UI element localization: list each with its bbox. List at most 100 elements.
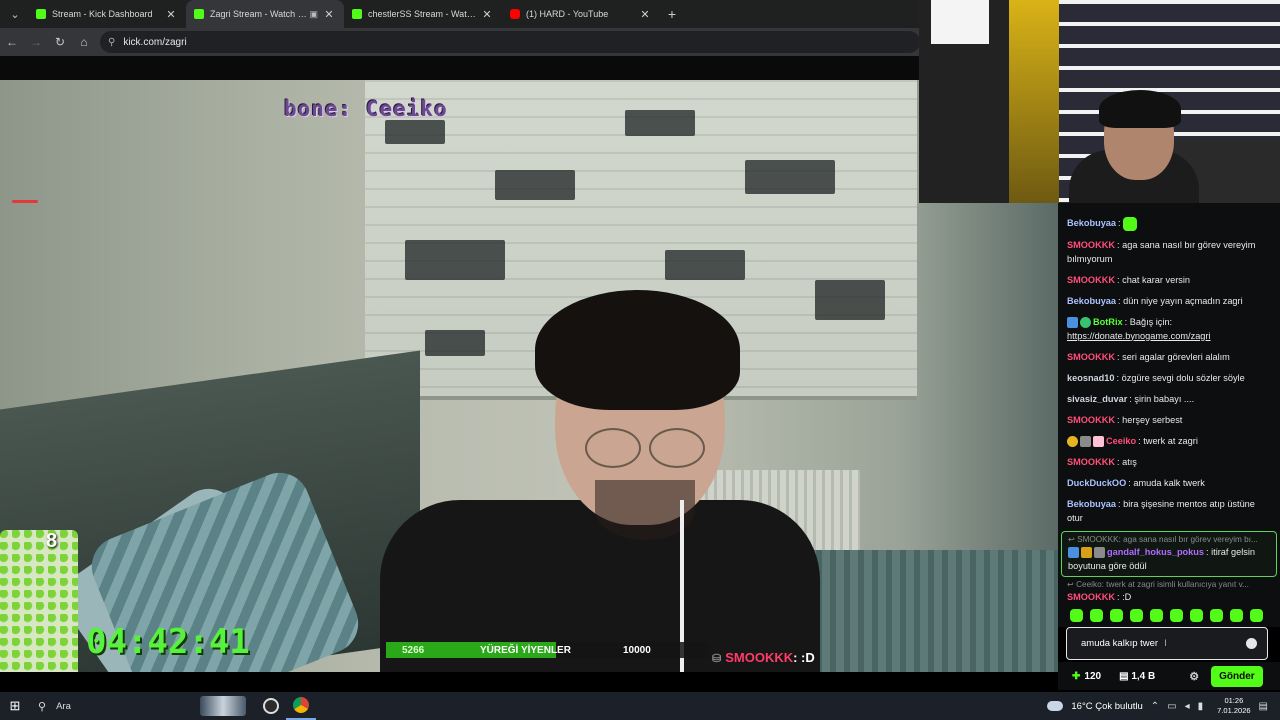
tab-zagri-stream[interactable]: Zagri Stream - Watch Live on Kick ▣ ✕ [186, 0, 344, 28]
verified-badge-icon [1068, 546, 1079, 558]
media-cast-icon[interactable]: ▣ [309, 9, 318, 20]
chat-message[interactable]: SMOOKKK: aga sana nasıl bır görev vereyi… [1058, 235, 1280, 270]
chat-username[interactable]: SMOOKKK [1067, 275, 1115, 285]
forward-button[interactable]: → [24, 35, 48, 49]
chat-username[interactable]: SMOOKKK [1067, 240, 1115, 250]
chat-message-text: seri agalar görevleri alalım [1122, 351, 1230, 362]
chat-panel[interactable]: Bekobuyaa: SMOOKKK: aga sana nasıl bır g… [1058, 203, 1280, 603]
chat-username[interactable]: keosnad10 [1067, 373, 1115, 383]
badge-icon [1093, 435, 1104, 447]
chat-message[interactable]: Bekobuyaa: bira şişesine mentos atıp üst… [1058, 494, 1280, 529]
emote-icon[interactable] [1070, 608, 1083, 622]
crown-badge-icon [1081, 546, 1092, 558]
tab-search-button[interactable]: ⌄ [2, 3, 28, 25]
tab-label: Zagri Stream - Watch Live on Kick [210, 9, 310, 19]
chat-username[interactable]: BotRix [1093, 317, 1123, 327]
site-info-icon[interactable]: ⚲ [108, 37, 115, 48]
overlay-chat-message: : :D [793, 650, 815, 665]
chat-username[interactable]: SMOOKKK [1067, 457, 1115, 467]
weather-text[interactable]: 16°C Çok bulutlu [1071, 701, 1142, 712]
chat-username[interactable]: Bekobuyaa [1067, 499, 1116, 509]
close-tab-icon[interactable]: ✕ [480, 8, 494, 21]
video-frame [0, 80, 1058, 672]
url-text: kick.com/zagri [123, 36, 187, 48]
channel-points[interactable]: ✚ 120 [1072, 671, 1101, 682]
chat-message[interactable]: SMOOKKK: herşey serbest [1058, 410, 1280, 431]
bedsheet [780, 550, 1058, 672]
tab-label: Stream - Kick Dashboard [52, 9, 153, 19]
tab-youtube[interactable]: (1) HARD - YouTube ✕ [502, 0, 660, 28]
emote-icon[interactable] [1170, 608, 1183, 622]
emote-icon[interactable] [1190, 608, 1203, 622]
clock-date: 7.01.2026 [1217, 706, 1251, 715]
address-bar[interactable]: ⚲ kick.com/zagri [100, 31, 920, 53]
chat-message[interactable]: sivasiz_duvar: şirin babayı .... [1058, 389, 1280, 410]
stream-timer: 04:42:41 [86, 622, 250, 662]
taskbar-app-chrome[interactable] [286, 692, 316, 720]
chat-message[interactable]: Bekobuyaa: dün niye yayın açmadın zagri [1058, 291, 1280, 312]
emote-icon[interactable] [1250, 608, 1263, 622]
notification-icon[interactable]: ▤ [1259, 701, 1268, 712]
tab-chestlerss-stream[interactable]: chestlerSS Stream - Watch Live on Kick ✕ [344, 0, 502, 28]
emoji-picker-icon[interactable] [1246, 638, 1257, 649]
send-button[interactable]: Gönder [1211, 665, 1263, 687]
taskbar-clock[interactable]: 01:26 7.01.2026 [1217, 696, 1250, 716]
new-tab-button[interactable]: + [660, 6, 684, 22]
home-button[interactable]: ⌂ [72, 35, 96, 49]
gear-icon[interactable]: ⚙ [1189, 670, 1199, 683]
close-tab-icon[interactable]: ✕ [164, 8, 178, 21]
chat-username[interactable]: gandalf_hokus_pokus [1107, 547, 1204, 557]
chat-message[interactable]: BotRix: Bağış için: https://donate.bynoga… [1058, 312, 1280, 347]
chat-username[interactable]: SMOOKKK [1067, 415, 1115, 425]
badge-icon [1067, 435, 1078, 447]
youtube-icon [510, 9, 520, 19]
chat-message-text: Bağış için: [1129, 316, 1173, 327]
windows-taskbar: ⊞ ⚲ Ara 16°C Çok bulutlu ⌃ ▭ ◂ ▮ 01:26 7… [0, 692, 1280, 720]
balance[interactable]: ▤ 1,4 B [1119, 671, 1155, 682]
chat-message[interactable]: ↩ Ceeiko: twerk at zagri isimli kullanıc… [1058, 579, 1280, 603]
emote-icon[interactable] [1090, 608, 1103, 622]
chat-username[interactable]: DuckDuckOO [1067, 478, 1126, 488]
chevron-up-icon[interactable]: ⌃ [1151, 701, 1159, 712]
tab-label: chestlerSS Stream - Watch Live on Kick [368, 9, 480, 19]
red-marker [12, 200, 38, 203]
chat-username[interactable]: SMOOKKK [1067, 592, 1115, 602]
overlay-chat-user: SMOOKKK [725, 650, 794, 665]
chat-message[interactable]: Ceeiko: twerk at zagri [1058, 431, 1280, 452]
chat-highlighted-message[interactable]: ↩ SMOOKKK: aga sana nasıl bır görev vere… [1061, 530, 1277, 577]
chat-username[interactable]: sivasiz_duvar [1067, 394, 1127, 404]
chat-message[interactable]: keosnad10: özgüre sevgi dolu sözler söyl… [1058, 368, 1280, 389]
speaker-icon[interactable]: ◂ [1185, 701, 1190, 712]
chat-message[interactable]: SMOOKKK: atış [1058, 452, 1280, 473]
close-tab-icon[interactable]: ✕ [638, 8, 652, 21]
emote-icon[interactable] [1230, 608, 1243, 622]
network-icon[interactable]: ▭ [1167, 701, 1176, 712]
chat-message[interactable]: SMOOKKK: chat karar versin [1058, 270, 1280, 291]
chat-input[interactable]: amuda kalkıp twer I [1066, 627, 1268, 660]
stream-video-player[interactable] [0, 56, 1058, 672]
back-button[interactable]: ← [0, 35, 24, 49]
reload-button[interactable]: ↻ [48, 35, 72, 49]
taskbar-app-obs[interactable] [256, 692, 286, 720]
battery-icon[interactable]: ▮ [1198, 701, 1204, 712]
emote-icon[interactable] [1210, 608, 1223, 622]
tab-label: (1) HARD - YouTube [526, 9, 609, 19]
chat-username[interactable]: Bekobuyaa [1067, 218, 1116, 228]
chat-message[interactable]: SMOOKKK: seri agalar görevleri alalım [1058, 347, 1280, 368]
chat-username[interactable]: Bekobuyaa [1067, 296, 1116, 306]
chat-message[interactable]: Bekobuyaa: [1058, 213, 1280, 235]
chat-message[interactable]: DuckDuckOO: amuda kalk twerk [1058, 473, 1280, 494]
search-highlight-thumbnail[interactable] [200, 696, 246, 716]
tab-kick-dashboard[interactable]: Stream - Kick Dashboard ✕ [28, 0, 186, 28]
emote-icon[interactable] [1110, 608, 1123, 622]
close-tab-icon[interactable]: ✕ [322, 8, 336, 21]
emote-icon[interactable] [1130, 608, 1143, 622]
chat-username[interactable]: Ceeiko [1106, 436, 1136, 446]
streamer-hair [535, 290, 740, 410]
windows-start-icon[interactable]: ⊞ [0, 698, 30, 714]
chat-message-text: özgüre sevgi dolu sözler söyle [1121, 372, 1245, 383]
chat-username[interactable]: SMOOKKK [1067, 352, 1115, 362]
taskbar-search[interactable]: ⚲ Ara [30, 692, 210, 720]
chat-link[interactable]: https://donate.bynogame.com/zagri [1067, 331, 1211, 341]
emote-icon[interactable] [1150, 608, 1163, 622]
